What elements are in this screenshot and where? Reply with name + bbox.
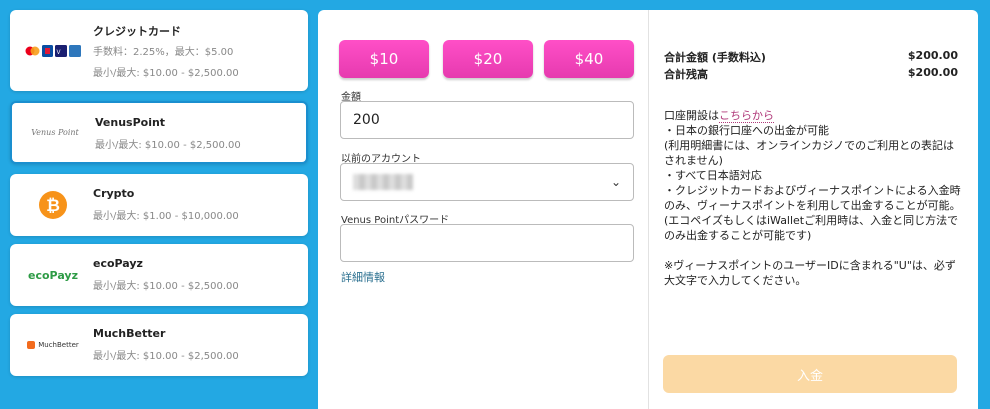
deposit-panel: $10 $20 $40 金額 200 以前のアカウント ⌄ Venus Poin… xyxy=(318,10,978,409)
credit-cards-logo: V xyxy=(24,36,82,66)
method-limits: 最小/最大: $10.00 - $2,500.00 xyxy=(93,281,239,292)
method-muchbetter[interactable]: MuchBetter MuchBetter 最小/最大: $10.00 - $2… xyxy=(10,314,308,376)
ecopayz-logo: ecoPayz xyxy=(28,268,78,282)
info-note: ※ヴィーナスポイントのユーザーIDに含まれる"U"は、必ず大文字で入力してくださ… xyxy=(664,259,956,287)
divider xyxy=(648,10,649,409)
method-fee: 手数料：2.25%，最大：$5.00 xyxy=(93,47,234,58)
svg-text:V: V xyxy=(57,50,61,56)
total-label: 合計金額 (手数料込) xyxy=(664,51,766,64)
method-name: ecoPayz xyxy=(93,257,143,270)
payment-methods-list: V クレジットカード 手数料：2.25%，最大：$5.00 最小/最大: $10… xyxy=(0,0,318,409)
prev-account-select[interactable]: ⌄ xyxy=(340,163,634,201)
info-line: ・日本の銀行口座への出金が可能 xyxy=(664,124,829,137)
details-link[interactable]: 詳細情報 xyxy=(341,269,385,285)
deposit-button[interactable]: 入金 xyxy=(663,355,957,393)
method-credit-card[interactable]: V クレジットカード 手数料：2.25%，最大：$5.00 最小/最大: $10… xyxy=(10,10,308,91)
total-row: 合計金額 (手数料込) $200.00 xyxy=(664,49,958,65)
method-ecopayz[interactable]: ecoPayz ecoPayz 最小/最大: $10.00 - $2,500.0… xyxy=(10,244,308,306)
amount-40-button[interactable]: $40 xyxy=(544,40,634,78)
account-open-line: 口座開設はこちらから xyxy=(664,109,774,123)
info-line: (利用明細書には、オンラインカジノでのご利用との表記はされません) xyxy=(664,139,954,167)
balance-row: 合計残高 $200.00 xyxy=(664,66,958,82)
method-limits: 最小/最大: $10.00 - $2,500.00 xyxy=(95,140,241,151)
bitcoin-icon: ₿ xyxy=(24,190,82,220)
method-name: Crypto xyxy=(93,187,135,200)
method-name: MuchBetter xyxy=(93,327,166,340)
method-name: クレジットカード xyxy=(93,25,181,38)
info-line: (エコペイズもしくはiWalletご利用時は、入金と同じ方法でのみ出金することが… xyxy=(664,214,959,242)
open-account-link[interactable]: こちらから xyxy=(719,109,774,123)
method-limits: 最小/最大: $10.00 - $2,500.00 xyxy=(93,351,239,362)
amount-input[interactable]: 200 xyxy=(340,101,634,139)
info-line: ・すべて日本語対応 xyxy=(664,169,762,182)
total-value: $200.00 xyxy=(907,49,958,62)
method-venuspoint[interactable]: Venus Point VenusPoint 最小/最大: $10.00 - $… xyxy=(10,101,308,164)
method-name: VenusPoint xyxy=(95,116,166,129)
redacted-account xyxy=(353,174,413,190)
amount-20-button[interactable]: $20 xyxy=(443,40,533,78)
muchbetter-logo: MuchBetter xyxy=(24,330,82,360)
info-line: ・クレジットカードおよびヴィーナスポイントによる入金時のみ、ヴィーナスポイントを… xyxy=(664,184,961,212)
amount-10-button[interactable]: $10 xyxy=(339,40,429,78)
svg-text:₿: ₿ xyxy=(46,196,60,216)
balance-value: $200.00 xyxy=(907,66,958,79)
method-crypto[interactable]: ₿ Crypto 最小/最大: $1.00 - $10,000.00 xyxy=(10,174,308,236)
method-limits: 最小/最大: $10.00 - $2,500.00 xyxy=(93,68,239,79)
password-input[interactable] xyxy=(340,224,634,262)
amount-value: 200 xyxy=(353,112,380,128)
info-text: 口座開設はこちらから ・日本の銀行口座への出金が可能 (利用明細書には、オンライ… xyxy=(664,108,964,288)
venuspoint-logo: Venus Point xyxy=(31,128,79,137)
method-limits: 最小/最大: $1.00 - $10,000.00 xyxy=(93,211,239,222)
balance-label: 合計残高 xyxy=(664,68,708,81)
chevron-down-icon: ⌄ xyxy=(610,175,621,189)
